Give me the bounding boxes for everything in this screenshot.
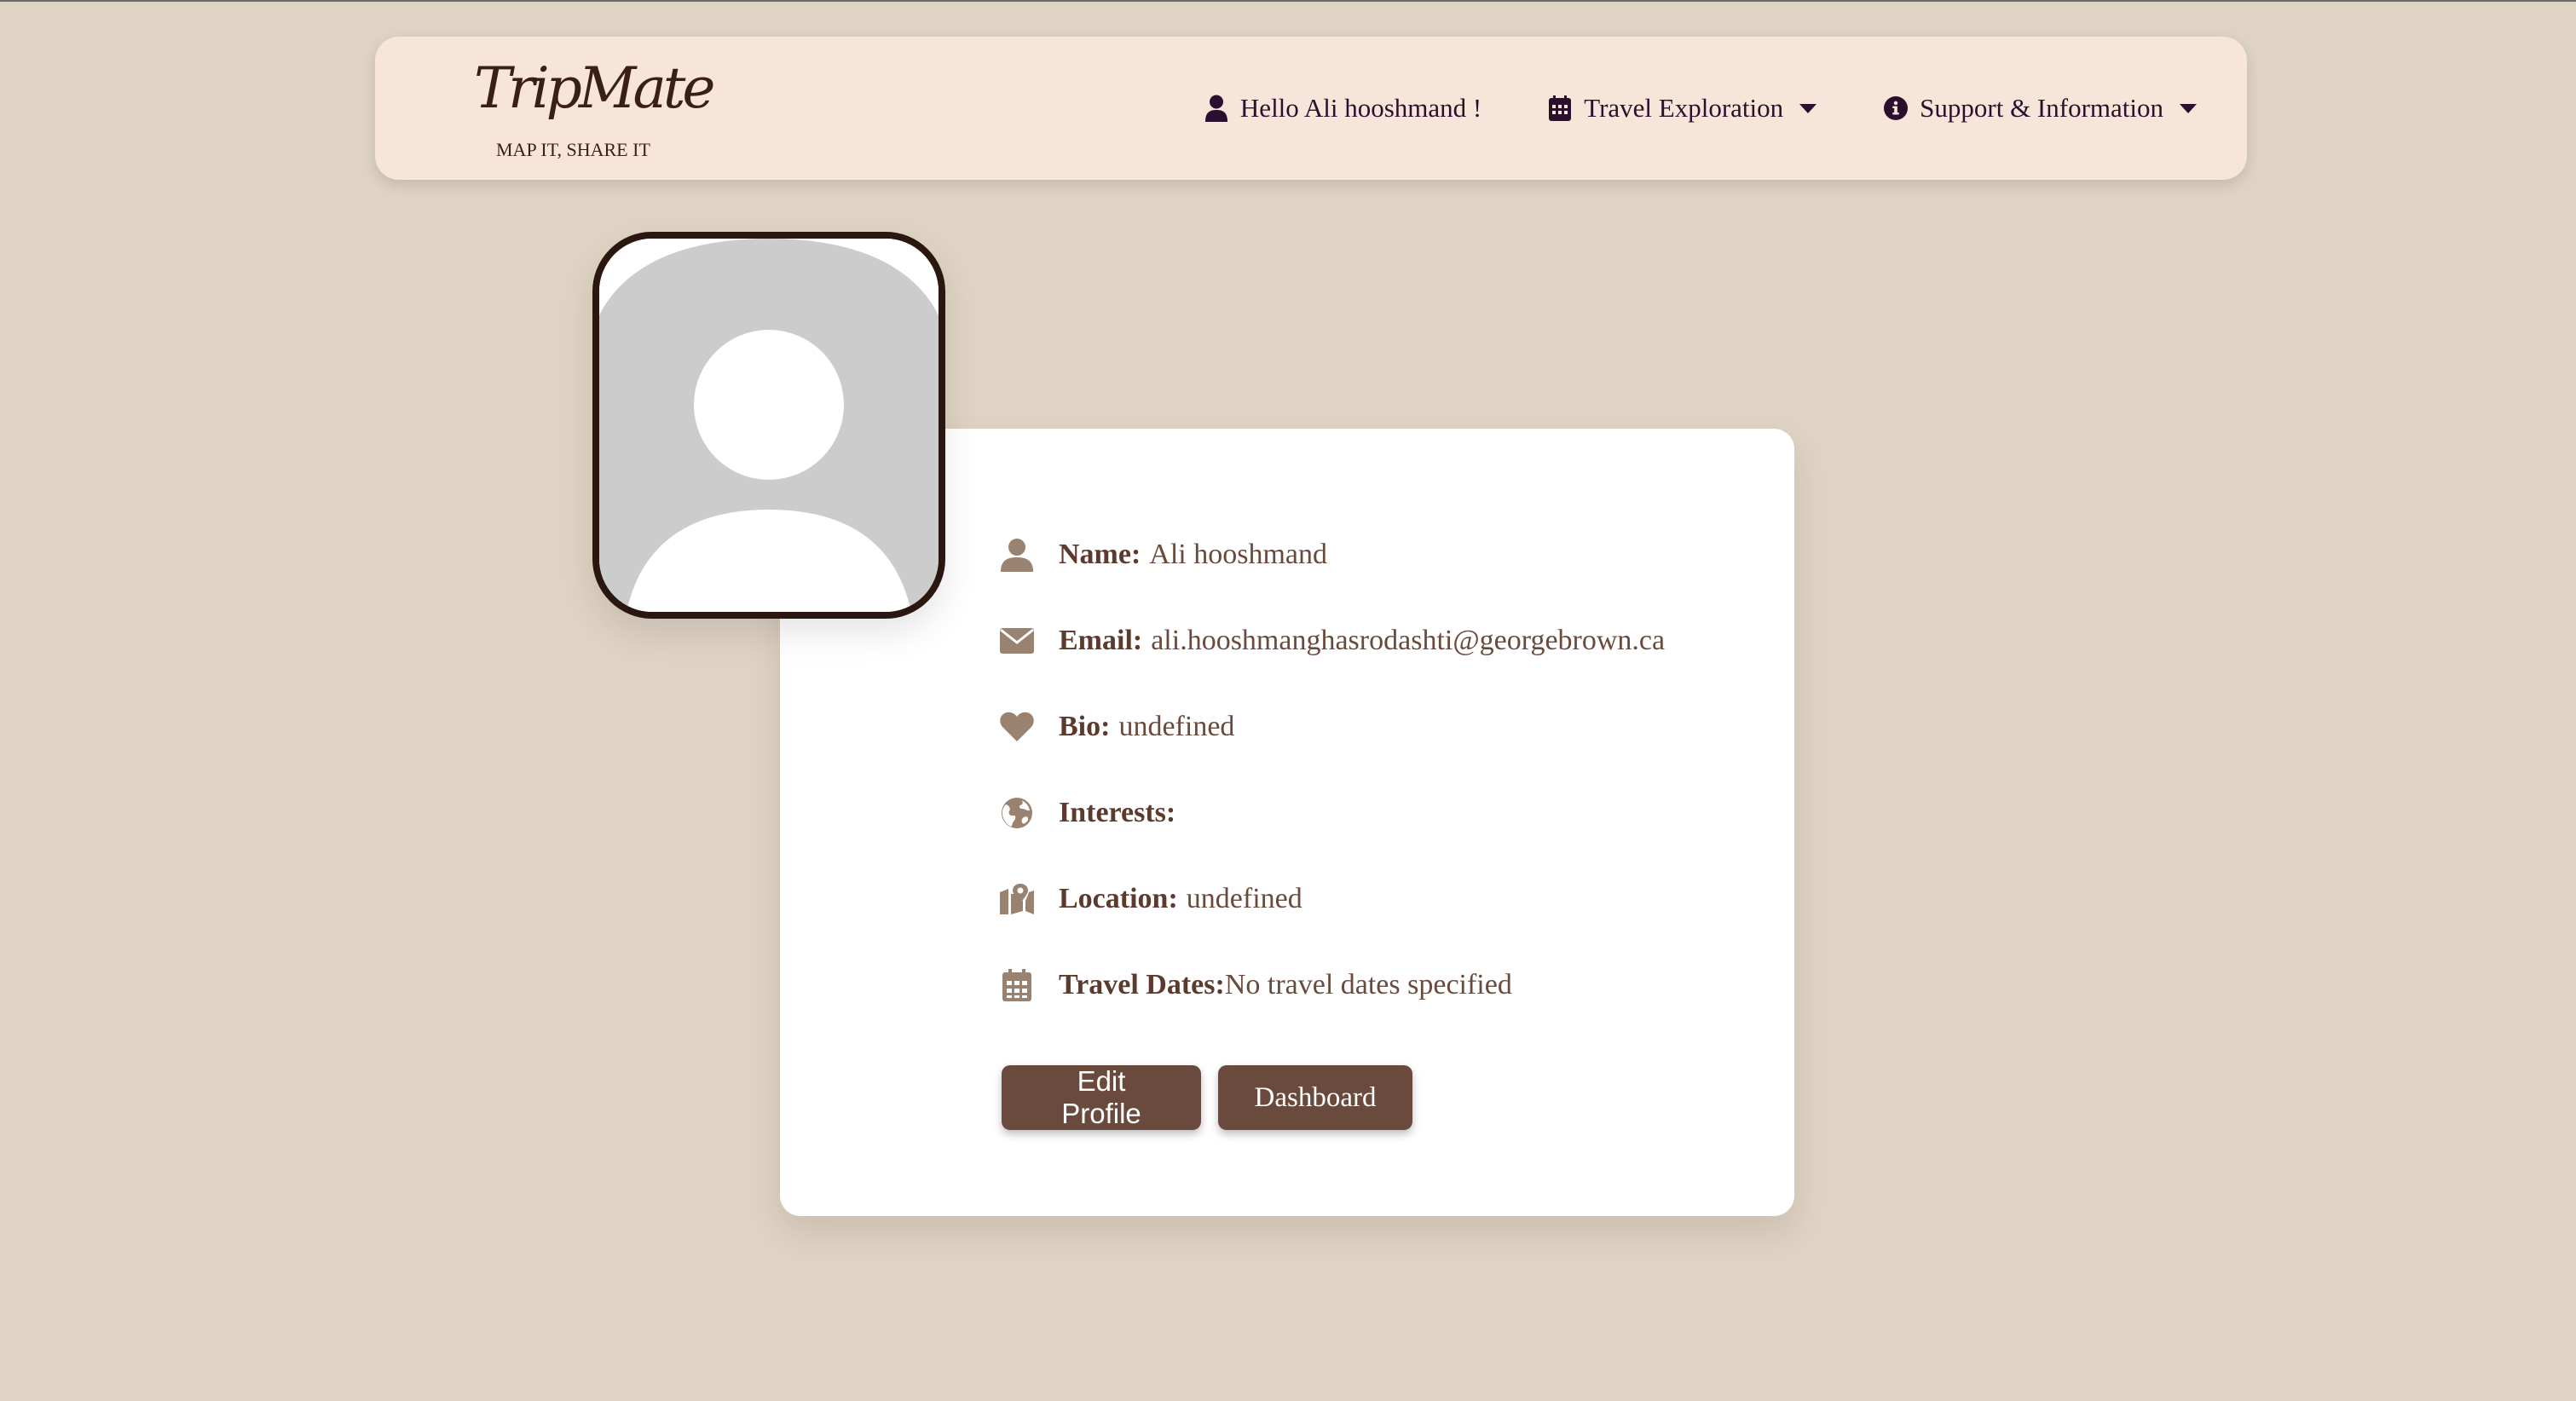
field-value: No travel dates specified bbox=[1224, 968, 1512, 1000]
brand-logo[interactable]: TripMate MAP IT, SHARE IT bbox=[474, 61, 715, 161]
default-avatar-icon bbox=[599, 239, 939, 612]
field-label: Interests: bbox=[1059, 796, 1176, 828]
nav-items: Hello Ali hooshmand ! Travel Exploration bbox=[1204, 37, 2198, 180]
nav-greeting[interactable]: Hello Ali hooshmand ! bbox=[1204, 93, 1481, 124]
avatar bbox=[592, 232, 945, 619]
field-value: undefined bbox=[1118, 710, 1235, 742]
navbar: TripMate MAP IT, SHARE IT Hello Ali hoos… bbox=[375, 37, 2247, 180]
field-value: undefined bbox=[1186, 882, 1302, 914]
field-label: Location: bbox=[1059, 882, 1178, 914]
profile-field-interests: Interests: bbox=[999, 770, 1766, 856]
field-value: ali.hooshmanghasrodashti@georgebrown.ca bbox=[1151, 624, 1666, 656]
field-label: Email: bbox=[1059, 624, 1143, 656]
field-label: Name: bbox=[1059, 538, 1141, 570]
nav-greeting-label: Hello Ali hooshmand ! bbox=[1239, 93, 1482, 123]
envelope-icon bbox=[999, 623, 1035, 659]
profile-field-location: Location: undefined bbox=[999, 856, 1766, 942]
user-icon bbox=[1204, 95, 1228, 122]
field-value: Ali hooshmand bbox=[1149, 538, 1328, 570]
user-icon bbox=[999, 537, 1035, 573]
nav-support-information-label: Support & Information bbox=[1920, 93, 2163, 123]
profile-field-email: Email: ali.hooshmanghasrodashti@georgebr… bbox=[999, 597, 1766, 683]
nav-support-information[interactable]: Support & Information bbox=[1884, 93, 2198, 124]
profile-actions: Edit Profile Dashboard bbox=[1002, 1065, 1412, 1130]
profile-info-list: Name: Ali hooshmand Email: ali.hooshmang… bbox=[999, 511, 1766, 1028]
edit-profile-button[interactable]: Edit Profile bbox=[1002, 1065, 1201, 1130]
dashboard-button[interactable]: Dashboard bbox=[1218, 1065, 1412, 1130]
field-label: Bio: bbox=[1059, 710, 1111, 742]
globe-icon bbox=[999, 795, 1035, 831]
calendar-icon bbox=[1548, 95, 1572, 122]
brand-tagline: MAP IT, SHARE IT bbox=[496, 139, 650, 160]
chevron-down-icon bbox=[1799, 102, 1817, 114]
calendar-icon bbox=[999, 967, 1035, 1003]
info-circle-icon bbox=[1884, 95, 1909, 122]
profile-field-bio: Bio: undefined bbox=[999, 683, 1766, 770]
brand-name: TripMate bbox=[474, 55, 715, 121]
map-location-icon bbox=[999, 881, 1035, 917]
nav-travel-exploration-label: Travel Exploration bbox=[1584, 93, 1784, 123]
profile-field-name: Name: Ali hooshmand bbox=[999, 511, 1766, 597]
profile-field-travel-dates: Travel Dates: No travel dates specified bbox=[999, 942, 1766, 1028]
nav-travel-exploration[interactable]: Travel Exploration bbox=[1548, 93, 1817, 124]
field-label: Travel Dates: bbox=[1059, 968, 1225, 1000]
chevron-down-icon bbox=[2179, 102, 2198, 114]
heart-icon bbox=[999, 709, 1035, 745]
